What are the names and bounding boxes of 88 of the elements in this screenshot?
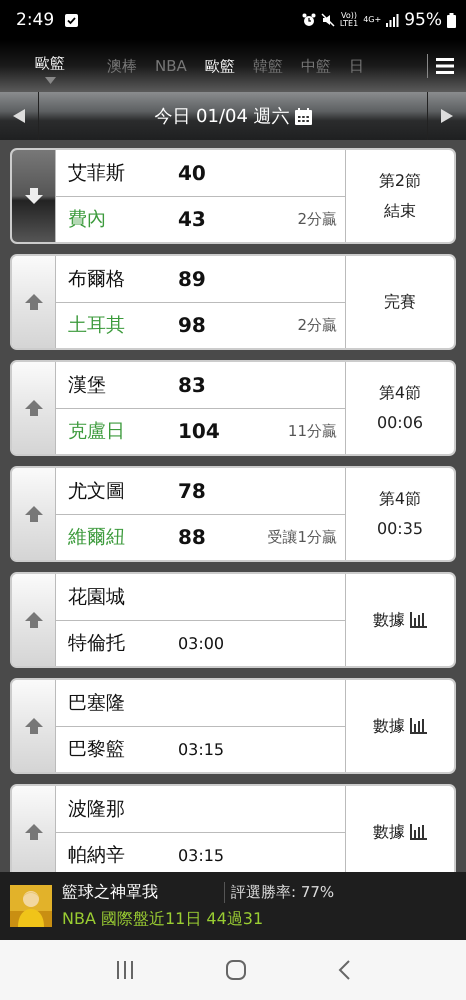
down-arrow-icon: [24, 188, 44, 204]
up-arrow-icon: [24, 400, 44, 416]
league-tab[interactable]: 澳棒: [100, 56, 144, 76]
up-arrow-icon: [24, 294, 44, 310]
game-card[interactable]: 巴塞隆 巴黎籃 03:15 數據: [10, 678, 456, 774]
expand-toggle[interactable]: [12, 256, 56, 348]
stats-button[interactable]: 數據: [373, 822, 427, 842]
alarm-icon: [302, 13, 316, 27]
team-name: 費內: [68, 207, 107, 232]
network-indicator: 4G+: [363, 16, 382, 24]
game-status: 第2節 結束: [378, 170, 422, 222]
up-arrow-icon: [24, 506, 44, 522]
league-tab[interactable]: 日: [342, 56, 371, 76]
signal-icon: [386, 14, 400, 26]
expand-toggle[interactable]: [12, 150, 56, 242]
team-name: 維爾紐: [68, 525, 126, 550]
team-name: 土耳其: [68, 313, 126, 338]
date-label[interactable]: 今日 01/04 週六: [154, 104, 290, 128]
team-name: 漢堡: [68, 372, 107, 398]
handicap-result: 受讓1分贏: [266, 528, 338, 547]
volte-indicator: Vo)) LTE1: [340, 12, 358, 28]
bar-chart-icon: [410, 612, 427, 628]
win-rate: 評選勝率: 77%: [230, 883, 334, 902]
team-score: 83: [178, 372, 207, 397]
handicap-result: 2分贏: [296, 316, 338, 335]
current-league-label[interactable]: 歐籃: [35, 54, 65, 73]
team-score: 40: [178, 160, 207, 185]
game-status: 第4節 00:35: [376, 488, 424, 540]
team-name: 帕納辛: [68, 843, 126, 868]
battery-icon: [447, 12, 456, 28]
game-status: 第4節 00:06: [376, 382, 424, 434]
up-arrow-icon: [24, 824, 44, 840]
game-card[interactable]: 尤文圖 78 維爾紐 88 受讓1分贏 第4節 00:35: [10, 466, 456, 562]
left-triangle-icon: [13, 109, 25, 123]
team-name: 波隆那: [68, 796, 126, 822]
team-name: 巴塞隆: [68, 690, 126, 716]
team-score: 88: [178, 525, 207, 550]
league-tab[interactable]: 中籃: [294, 56, 338, 76]
menu-icon[interactable]: [436, 58, 454, 74]
team-name: 尤文圖: [68, 478, 126, 504]
expand-toggle[interactable]: [12, 574, 56, 666]
recent-apps-icon[interactable]: [116, 961, 134, 979]
bar-chart-icon: [410, 718, 427, 734]
tipster-record: NBA 國際盤近11日 44過31: [62, 909, 264, 930]
back-icon[interactable]: [338, 960, 350, 980]
game-status: 完賽: [384, 291, 416, 313]
game-card[interactable]: 艾菲斯 40 費內 43 2分贏 第2節 結束: [10, 148, 456, 244]
team-score: 104: [178, 419, 221, 444]
league-tab[interactable]: NBA: [148, 57, 194, 75]
handicap-result: 2分贏: [296, 210, 338, 229]
team-name: 布爾格: [68, 266, 126, 292]
team-score: 89: [178, 266, 207, 291]
handicap-result: 11分贏: [286, 422, 338, 441]
bar-chart-icon: [410, 824, 427, 840]
tipster-name[interactable]: 籃球之神罩我: [62, 882, 225, 903]
team-name: 花園城: [68, 584, 126, 610]
expand-toggle[interactable]: [12, 362, 56, 454]
expand-toggle[interactable]: [12, 680, 56, 772]
start-time: 03:15: [178, 740, 224, 759]
home-icon[interactable]: [226, 960, 246, 980]
start-time: 03:00: [178, 634, 224, 653]
dropdown-triangle-icon: [44, 77, 56, 84]
team-score: 78: [178, 478, 207, 503]
mute-icon: [320, 13, 335, 27]
stats-button[interactable]: 數據: [373, 610, 427, 630]
league-tab[interactable]: 韓籃: [246, 56, 290, 76]
game-card[interactable]: 布爾格 89 土耳其 98 2分贏 完賽: [10, 254, 456, 350]
game-card[interactable]: 花園城 特倫托 03:00 數據: [10, 572, 456, 668]
right-triangle-icon: [441, 109, 453, 123]
team-name: 特倫托: [68, 631, 126, 656]
expand-toggle[interactable]: [12, 468, 56, 560]
team-score: 98: [178, 313, 207, 338]
up-arrow-icon: [24, 718, 44, 734]
league-tab[interactable]: 歐籃: [198, 56, 242, 76]
battery-percent: 95%: [404, 10, 442, 30]
team-name: 巴黎籃: [68, 737, 126, 762]
team-score: 43: [178, 207, 207, 232]
start-time: 03:15: [178, 846, 224, 865]
team-name: 克盧日: [68, 419, 126, 444]
clock-time: 2:49: [16, 10, 54, 30]
expand-toggle[interactable]: [12, 786, 56, 872]
checkbox-notification-icon: [65, 14, 78, 26]
up-arrow-icon: [24, 612, 44, 628]
stats-button[interactable]: 數據: [373, 716, 427, 736]
calendar-icon[interactable]: [294, 108, 312, 124]
game-card[interactable]: 漢堡 83 克盧日 104 11分贏 第4節 00:06: [10, 360, 456, 456]
game-card[interactable]: 波隆那 帕納辛 03:15 數據: [10, 784, 456, 872]
team-name: 艾菲斯: [68, 160, 126, 186]
